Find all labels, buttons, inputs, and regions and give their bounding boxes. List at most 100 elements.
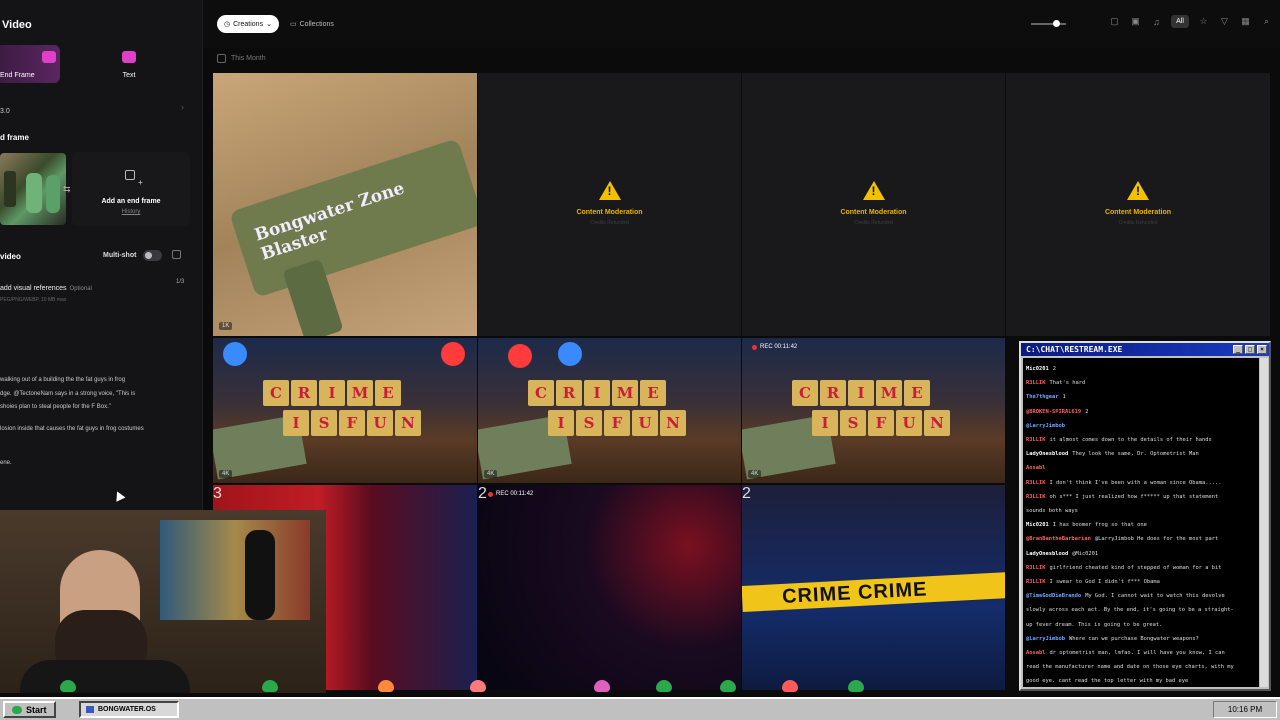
folder-icon: ▭ bbox=[290, 21, 297, 28]
chat-text: 2 bbox=[1085, 408, 1089, 415]
resolution-badge: 4K bbox=[219, 470, 233, 478]
creation-tile-moderated[interactable]: Content Moderation Credits Refunded bbox=[742, 73, 1005, 336]
evidence-marker: 2 bbox=[742, 485, 751, 502]
audio-filter-icon[interactable]: ♫ bbox=[1150, 15, 1163, 28]
creation-tile-crime[interactable]: CRIME ISFUN 4K bbox=[213, 338, 477, 483]
all-filter-button[interactable]: All bbox=[1171, 15, 1189, 28]
chat-title: C:\CHAT\RESTREAM.EXE bbox=[1026, 345, 1123, 354]
collections-label: Collections bbox=[299, 20, 334, 28]
chat-message: Mic0201 2 bbox=[1026, 362, 1256, 376]
chat-text: slowly across each act. By the end, it's… bbox=[1026, 607, 1234, 614]
maximize-icon[interactable]: □ bbox=[1245, 345, 1255, 354]
creations-tab[interactable]: ◷ Creations ⌄ bbox=[217, 15, 279, 33]
creation-tile-dark[interactable]: REC 00:11:42 2 bbox=[478, 485, 741, 690]
creation-tile-gun[interactable]: Bongwater Zone Blaster 1K bbox=[213, 73, 477, 336]
letter-block: N bbox=[924, 410, 950, 436]
model-selector[interactable]: 3.0 bbox=[0, 108, 10, 115]
minimize-icon[interactable]: _ bbox=[1233, 345, 1243, 354]
creation-tile-crime[interactable]: CRIME ISFUN 4K bbox=[478, 338, 741, 483]
add-end-frame-button[interactable]: + Add an end frame History bbox=[72, 152, 190, 226]
police-light bbox=[223, 342, 247, 366]
chat-username: R3LLIK bbox=[1026, 479, 1046, 486]
chat-message: R3LLIK I swear to God I didn't f*** Obama bbox=[1026, 575, 1256, 589]
chat-username: R3LLIK bbox=[1026, 493, 1046, 500]
optional-label: Optional bbox=[69, 286, 92, 292]
image-filter-icon[interactable]: ▢ bbox=[1108, 15, 1121, 28]
chat-title-bar[interactable]: C:\CHAT\RESTREAM.EXE _ □ × bbox=[1021, 343, 1269, 356]
collections-tab[interactable]: ▭ Collections bbox=[283, 15, 341, 33]
select-checkbox[interactable] bbox=[217, 54, 226, 63]
prompt-line[interactable]: walking out of a building the the fat gu… bbox=[0, 376, 190, 384]
rec-label: REC 00:11:42 bbox=[760, 344, 798, 350]
creation-tile-blue[interactable]: CRIME CRIME 2 bbox=[742, 485, 1005, 690]
grid-icon[interactable]: ▦ bbox=[1239, 15, 1252, 28]
start-button[interactable]: Start bbox=[3, 701, 56, 718]
search-icon[interactable]: ⌕ bbox=[1260, 15, 1273, 28]
start-frame-thumbnail[interactable] bbox=[0, 153, 66, 225]
chevron-right-icon[interactable]: › bbox=[181, 102, 184, 112]
chat-text: I has boomer frog so that one bbox=[1052, 522, 1147, 529]
chat-scrollbar[interactable] bbox=[1260, 358, 1268, 687]
frog-icon bbox=[594, 680, 610, 692]
letter-block: N bbox=[660, 410, 686, 436]
left-panel: Video End Frame Text 3.0 › d frame ⇆ + A… bbox=[0, 0, 203, 510]
chat-message: good eye. cant read the top letter with … bbox=[1026, 674, 1256, 687]
letter-block: I bbox=[584, 380, 610, 406]
chat-window[interactable]: C:\CHAT\RESTREAM.EXE _ □ × Mic0201 2 R3LLI… bbox=[1019, 341, 1271, 691]
letter-block: R bbox=[291, 380, 317, 406]
prompt-line[interactable]: ene. bbox=[0, 459, 190, 467]
chat-text: dr optometrist man, lmfao. I will have y… bbox=[1049, 650, 1225, 657]
mode-end-frame[interactable]: End Frame bbox=[0, 45, 60, 83]
chat-message: sounds both ways bbox=[1026, 504, 1256, 518]
crime-tape: CRIME CRIME bbox=[742, 571, 1005, 613]
record-dot-icon bbox=[752, 344, 757, 350]
chat-message: R3LLIK girlfriend cheated kind of stepped… bbox=[1026, 561, 1256, 575]
chat-username: LadyOnesblood bbox=[1026, 451, 1069, 458]
zoom-slider[interactable] bbox=[1031, 20, 1066, 27]
taskbar-item[interactable]: BONGWATER.OS bbox=[79, 701, 179, 718]
history-link[interactable]: History bbox=[72, 209, 190, 215]
video-filter-icon[interactable]: ▣ bbox=[1129, 15, 1142, 28]
letter-block: M bbox=[612, 380, 638, 406]
record-dot-icon bbox=[488, 491, 493, 497]
letter-block: E bbox=[375, 380, 401, 406]
frame-icon bbox=[42, 51, 56, 63]
rec-label: REC 00:11:42 bbox=[496, 491, 534, 497]
plus-icon: + bbox=[138, 178, 143, 187]
chat-text: girlfriend cheated kind of stepped of wo… bbox=[1049, 564, 1222, 571]
star-icon[interactable]: ☆ bbox=[1197, 15, 1210, 28]
crime-blocks: CRIME bbox=[792, 380, 930, 406]
close-icon[interactable]: × bbox=[1257, 345, 1267, 354]
creation-tile-moderated[interactable]: Content Moderation Credits Refunded bbox=[478, 73, 741, 336]
mode-label: Text bbox=[122, 72, 136, 79]
prompt-line[interactable]: dge. @TectoneNam says in a strong voice,… bbox=[0, 390, 190, 398]
slider-knob[interactable] bbox=[1053, 20, 1060, 27]
frog-icon bbox=[378, 680, 394, 692]
chat-username: Aosabl bbox=[1026, 650, 1046, 657]
multishot-toggle[interactable] bbox=[143, 250, 162, 261]
filter-icon[interactable]: ▽ bbox=[1218, 15, 1231, 28]
letter-block: I bbox=[812, 410, 838, 436]
figure bbox=[4, 171, 16, 207]
letter-block: S bbox=[840, 410, 866, 436]
chat-message: slowly across each act. By the end, it's… bbox=[1026, 603, 1256, 617]
letter-block: N bbox=[395, 410, 421, 436]
crime-blocks: ISFUN bbox=[548, 410, 686, 436]
creation-tile-crime[interactable]: REC 00:11:42 CRIME ISFUN 4K bbox=[742, 338, 1005, 483]
moderation-title: Content Moderation bbox=[840, 209, 907, 216]
prompt-line[interactable]: shoies plan to steal people for the F Bo… bbox=[0, 403, 190, 411]
letter-block: F bbox=[604, 410, 630, 436]
visual-references[interactable]: add visual references Optional bbox=[0, 285, 92, 292]
evidence-marker: 3 bbox=[213, 485, 222, 502]
swap-icon[interactable]: ⇆ bbox=[63, 184, 71, 195]
settings-icon[interactable] bbox=[172, 250, 181, 259]
creation-tile-moderated[interactable]: Content Moderation Credits Refunded bbox=[1006, 73, 1270, 336]
prompt-line[interactable]: losion inside that causes the fat guys i… bbox=[0, 425, 190, 433]
chevron-down-icon: ⌄ bbox=[266, 21, 272, 28]
mode-text[interactable]: Text bbox=[96, 45, 162, 83]
crime-blocks: CRIME bbox=[528, 380, 666, 406]
chat-username: @TimeGodDieBrando bbox=[1026, 593, 1082, 600]
resolution-badge: 4K bbox=[484, 470, 498, 478]
filter-icons: ▢ ▣ ♫ All ☆ ▽ ▦ ⌕ bbox=[1108, 15, 1273, 28]
chat-text: it almost comes down to the details of t… bbox=[1049, 437, 1212, 444]
